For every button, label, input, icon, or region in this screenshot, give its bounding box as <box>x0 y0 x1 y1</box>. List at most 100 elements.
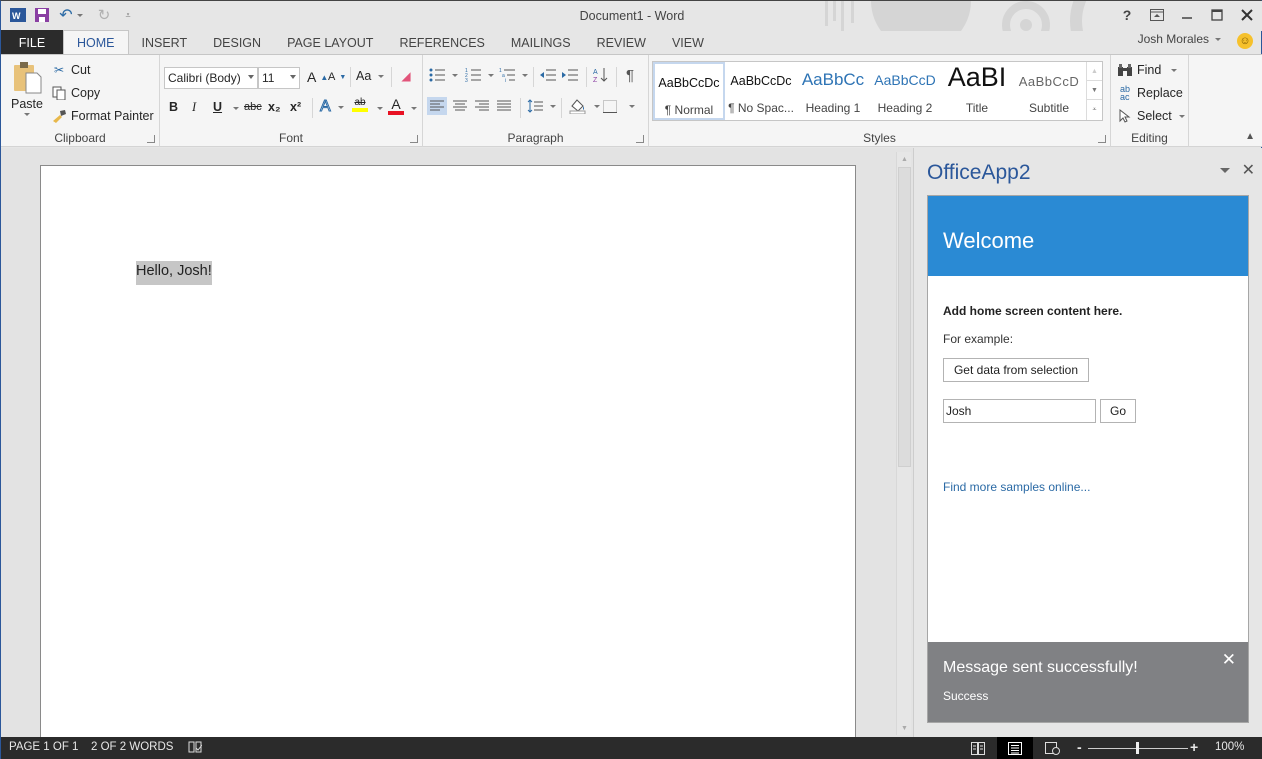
clipboard-dialog-launcher[interactable] <box>147 135 155 143</box>
subscript-button[interactable]: x₂ <box>268 100 281 114</box>
scroll-up-icon[interactable]: ▲ <box>897 152 912 166</box>
highlight-button[interactable]: ab <box>352 97 368 112</box>
italic-button[interactable]: I <box>192 100 196 115</box>
read-mode-view-icon[interactable] <box>960 737 996 759</box>
find-more-samples-link[interactable]: Find more samples online... <box>943 480 1090 494</box>
paste-dropdown-icon <box>24 113 30 116</box>
tab-view[interactable]: VIEW <box>659 30 717 55</box>
selected-text[interactable]: Hello, Josh! <box>136 261 212 285</box>
scroll-down-icon[interactable]: ▼ <box>897 721 912 735</box>
document-page[interactable]: Hello, Josh! <box>40 165 856 745</box>
web-layout-view-icon[interactable] <box>1034 737 1070 759</box>
bold-button[interactable]: B <box>169 100 178 114</box>
zoom-slider-thumb[interactable] <box>1136 742 1139 754</box>
numbering-button[interactable]: 123 <box>465 68 494 82</box>
change-case-button[interactable]: Aa <box>356 69 385 83</box>
collapse-ribbon-icon[interactable]: ▲ <box>1245 131 1255 142</box>
tab-page-layout[interactable]: PAGE LAYOUT <box>274 30 386 55</box>
underline-button[interactable]: U <box>213 100 222 114</box>
highlight-dropdown-icon[interactable] <box>377 107 383 110</box>
help-icon[interactable]: ? <box>1117 5 1137 25</box>
vertical-scrollbar[interactable]: ▲ ▼ <box>896 152 911 735</box>
borders-button[interactable] <box>603 100 635 113</box>
copy-button[interactable]: Copy <box>51 85 100 101</box>
maximize-icon[interactable] <box>1207 5 1227 25</box>
format-painter-button[interactable]: Format Painter <box>51 108 154 124</box>
tab-design[interactable]: DESIGN <box>200 30 274 55</box>
cut-button[interactable]: ✂ Cut <box>51 62 90 78</box>
zoom-out-button[interactable]: - <box>1077 739 1082 755</box>
select-button[interactable]: Select <box>1117 108 1185 124</box>
text-effects-button[interactable]: A <box>320 98 344 116</box>
tab-references[interactable]: REFERENCES <box>386 30 497 55</box>
styles-more-icon[interactable]: ⩡ <box>1087 100 1102 119</box>
scroll-thumb[interactable] <box>898 167 911 467</box>
go-button[interactable]: Go <box>1100 399 1136 423</box>
strikethrough-button[interactable]: abc <box>244 101 262 113</box>
show-formatting-marks-button[interactable]: ¶ <box>626 67 634 84</box>
paragraph-dialog-launcher[interactable] <box>636 135 644 143</box>
align-center-button[interactable] <box>453 100 467 112</box>
bullets-button[interactable] <box>429 68 458 82</box>
font-name-combo[interactable]: Calibri (Body) <box>164 67 258 89</box>
print-layout-view-icon[interactable] <box>997 737 1033 759</box>
style-subtitle[interactable]: AaBbCcD Subtitle <box>1013 62 1085 120</box>
tab-file[interactable]: FILE <box>1 30 63 55</box>
align-left-button[interactable] <box>427 97 447 115</box>
get-data-from-selection-button[interactable]: Get data from selection <box>943 358 1089 382</box>
shrink-font-button[interactable]: A ▼ <box>328 71 346 83</box>
shading-button[interactable] <box>569 98 600 114</box>
underline-dropdown-icon[interactable] <box>233 107 239 110</box>
grow-font-button[interactable]: A ▲ <box>307 69 328 85</box>
tab-home[interactable]: HOME <box>63 30 129 55</box>
style-heading-1[interactable]: AaBbCc Heading 1 <box>797 62 869 120</box>
minimize-icon[interactable] <box>1177 5 1197 25</box>
superscript-button[interactable]: x² <box>290 100 301 114</box>
zoom-level[interactable]: 100% <box>1215 741 1244 753</box>
font-color-dropdown-icon[interactable] <box>411 107 417 110</box>
font-dialog-launcher[interactable] <box>410 135 418 143</box>
style-name: ¶ Normal <box>664 103 714 117</box>
zoom-in-button[interactable]: + <box>1190 739 1198 755</box>
find-label: Find <box>1137 63 1162 77</box>
select-cursor-icon <box>1117 108 1133 124</box>
justify-button[interactable] <box>497 100 511 112</box>
tab-mailings[interactable]: MAILINGS <box>498 30 584 55</box>
format-painter-icon <box>51 108 67 124</box>
sort-button[interactable]: AZ <box>593 67 609 83</box>
page-count[interactable]: PAGE 1 OF 1 <box>9 741 78 753</box>
align-right-button[interactable] <box>475 100 489 112</box>
close-icon[interactable] <box>1237 5 1257 25</box>
line-spacing-button[interactable] <box>527 99 556 113</box>
find-button[interactable]: Find <box>1117 62 1178 78</box>
styles-scroll-down-icon[interactable]: ▼ <box>1087 81 1102 100</box>
ribbon-display-options-icon[interactable] <box>1147 5 1167 25</box>
task-pane-close-icon[interactable]: ✕ <box>1242 160 1255 180</box>
svg-text:i: i <box>505 78 506 82</box>
user-account[interactable]: Josh Morales <box>1138 32 1221 46</box>
clear-formatting-button[interactable]: ◢ <box>398 68 414 84</box>
word-count[interactable]: 2 OF 2 WORDS <box>91 741 173 753</box>
style-heading-2[interactable]: AaBbCcD Heading 2 <box>869 62 941 120</box>
styles-scroll-up-icon[interactable]: ▲ <box>1087 62 1102 81</box>
style-title[interactable]: AaBI Title <box>941 62 1013 120</box>
font-size-combo[interactable]: 11 <box>258 67 300 89</box>
task-pane-options-icon[interactable] <box>1220 168 1230 173</box>
tab-insert[interactable]: INSERT <box>129 30 201 55</box>
increase-indent-button[interactable] <box>562 68 578 82</box>
align-center-icon <box>453 100 467 111</box>
replace-button[interactable]: ab ac Replace <box>1117 85 1183 102</box>
decrease-indent-button[interactable] <box>540 68 556 82</box>
font-color-button[interactable]: A <box>388 97 404 115</box>
paste-button[interactable]: Paste <box>9 61 45 116</box>
toast-close-icon[interactable]: ✕ <box>1222 650 1236 670</box>
proofing-icon[interactable] <box>188 740 203 757</box>
name-input[interactable] <box>943 399 1096 423</box>
tab-review[interactable]: REVIEW <box>584 30 659 55</box>
style-name: Subtitle <box>1028 101 1070 115</box>
send-feedback-smiley-icon[interactable]: ☺ <box>1237 33 1253 49</box>
style-no-spacing[interactable]: AaBbCcDc ¶ No Spac... <box>725 62 797 120</box>
styles-dialog-launcher[interactable] <box>1098 135 1106 143</box>
style-normal[interactable]: AaBbCcDc ¶ Normal <box>653 62 725 120</box>
multilevel-list-button[interactable]: 1ai <box>499 68 528 82</box>
